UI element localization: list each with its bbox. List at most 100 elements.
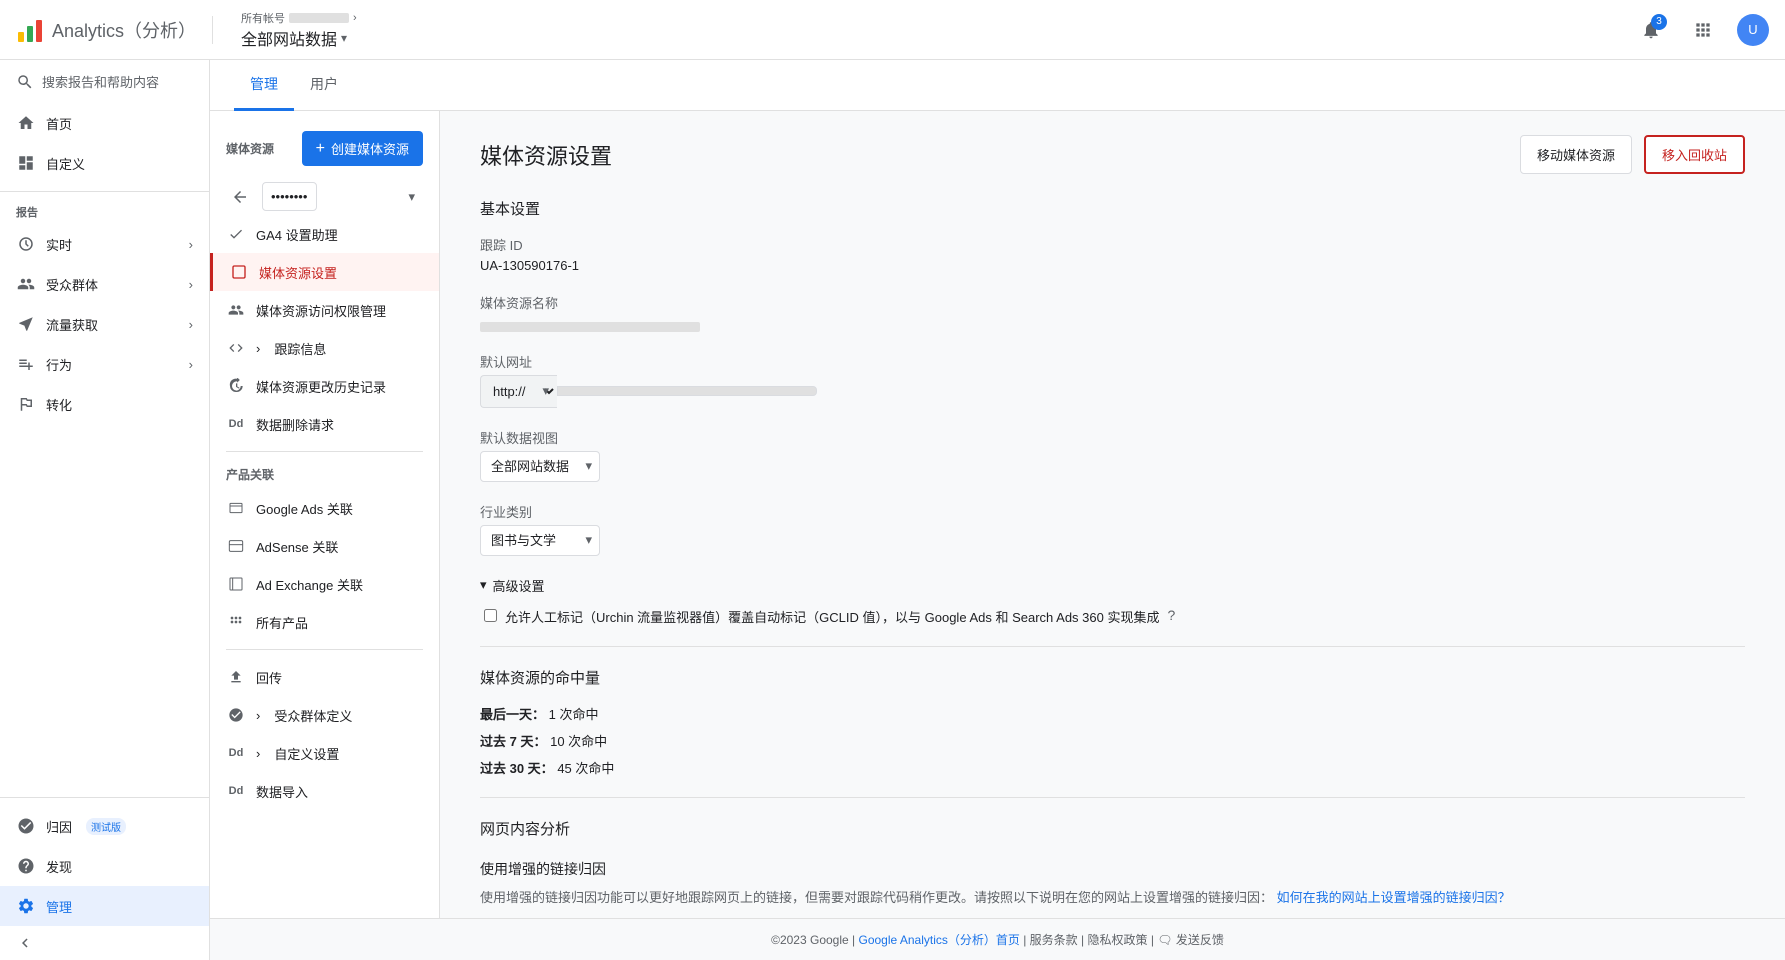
settings-header: 媒体资源设置 移动媒体资源 移入回收站 xyxy=(480,135,1745,174)
url-value-placeholder xyxy=(557,386,817,396)
panel-item-audience-def[interactable]: › 受众群体定义 xyxy=(210,696,439,734)
hits-section: 媒体资源的命中量 最后一天： 1 次命中 过去 7 天： 10 次命中 过去 3… xyxy=(480,667,1745,777)
home-icon xyxy=(16,113,36,133)
property-dropdown[interactable]: •••••••• xyxy=(262,182,317,211)
panel-item-adexchange[interactable]: Ad Exchange 关联 xyxy=(210,565,439,603)
default-view-select[interactable]: 全部网站数据 xyxy=(480,451,600,482)
panel-item-data-import[interactable]: Dd 数据导入 xyxy=(210,772,439,810)
sidebar-item-home[interactable]: 首页 xyxy=(0,103,209,143)
chevron-left-icon xyxy=(16,934,34,952)
back-arrow-icon xyxy=(231,188,249,206)
reports-section-label: 报告 xyxy=(0,200,209,224)
footer-text: ©2023 Google xyxy=(771,933,849,947)
advanced-section: ▾ 高级设置 允许人工标记（Urchin 流量监视器值）覆盖自动标记（GCLID… xyxy=(480,576,1745,626)
sidebar-item-audience[interactable]: 受众群体 › xyxy=(0,264,209,304)
protocol-select[interactable]: http:// https:// xyxy=(480,375,557,408)
property-selector[interactable]: 全部网站数据 ▾ xyxy=(241,26,357,50)
sidebar-item-conversion[interactable]: 转化 xyxy=(0,384,209,424)
sidebar-item-realtime[interactable]: 实时 › xyxy=(0,224,209,264)
panel-item-all-products[interactable]: 所有产品 xyxy=(210,603,439,641)
footer-link-ga[interactable]: Google Analytics（分析）首页 xyxy=(858,933,1019,947)
sidebar-collapse-btn[interactable] xyxy=(0,926,209,960)
panel-item-property-settings[interactable]: 媒体资源设置 xyxy=(210,253,439,291)
audience-icon xyxy=(16,274,36,294)
industry-select[interactable]: 图书与文学 xyxy=(480,525,600,556)
create-property-button[interactable]: + 创建媒体资源 xyxy=(302,131,423,166)
advanced-content: 允许人工标记（Urchin 流量监视器值）覆盖自动标记（GCLID 值），以与 … xyxy=(480,607,1745,626)
tab-bar: 管理 用户 xyxy=(210,60,1785,111)
app-title: Analytics（分析） xyxy=(52,17,196,43)
property-select-row: •••••••• ▾ xyxy=(210,174,439,215)
footer-link-privacy[interactable]: 隐私权政策 xyxy=(1087,933,1147,947)
property-dropdown-icon: ▾ xyxy=(341,31,347,45)
tracking-expand-icon: › xyxy=(256,341,260,356)
panel-item-ga4[interactable]: GA4 设置助理 xyxy=(210,215,439,253)
trash-button[interactable]: 移入回收站 xyxy=(1644,135,1745,174)
sidebar-item-attribution[interactable]: 归因 测试版 xyxy=(0,806,209,846)
conversion-icon xyxy=(16,394,36,414)
advanced-toggle[interactable]: ▾ 高级设置 xyxy=(480,576,1745,595)
panel-section-label-text: 媒体资源 xyxy=(226,140,274,157)
panel-item-delete[interactable]: Dd 数据删除请求 xyxy=(210,405,439,443)
search-bar[interactable]: 搜索报告和帮助内容 xyxy=(0,60,209,103)
sidebar-item-discover[interactable]: 发现 xyxy=(0,846,209,886)
sidebar-acquisition-label: 流量获取 xyxy=(46,315,98,334)
panel-item-tracking[interactable]: › 跟踪信息 xyxy=(210,329,439,367)
panel-delete-label: 数据删除请求 xyxy=(256,415,334,434)
sidebar-item-acquisition[interactable]: 流量获取 › xyxy=(0,304,209,344)
protocol-select-wrapper: http:// https:// xyxy=(480,375,557,408)
sidebar-item-behavior[interactable]: 行为 › xyxy=(0,344,209,384)
sidebar-item-custom[interactable]: 自定义 xyxy=(0,143,209,183)
industry-group: 行业类别 图书与文学 xyxy=(480,502,1745,556)
web-analysis-title: 网页内容分析 xyxy=(480,818,1745,839)
discover-icon xyxy=(16,856,36,876)
property-settings-icon xyxy=(229,262,249,282)
panel-item-history[interactable]: 媒体资源更改历史记录 xyxy=(210,367,439,405)
audience-def-icon xyxy=(226,705,246,725)
panel-all-products-label: 所有产品 xyxy=(256,613,308,632)
tab-users[interactable]: 用户 xyxy=(294,60,354,111)
tab-admin[interactable]: 管理 xyxy=(234,60,294,111)
gclid-checkbox[interactable] xyxy=(484,609,497,622)
panel-google-ads-label: Google Ads 关联 xyxy=(256,499,353,518)
create-btn-label: 创建媒体资源 xyxy=(331,139,409,158)
industry-select-wrapper: 图书与文学 xyxy=(480,525,600,556)
main-layout: 搜索报告和帮助内容 首页 自定义 报告 实时 › 受 xyxy=(0,60,1785,960)
footer-link-feedback[interactable]: 发送反馈 xyxy=(1176,933,1224,947)
gclid-checkbox-label: 允许人工标记（Urchin 流量监视器值）覆盖自动标记（GCLID 值），以与 … xyxy=(505,607,1159,626)
hits-30days: 过去 30 天： 45 次命中 xyxy=(480,758,1745,777)
search-label: 搜索报告和帮助内容 xyxy=(42,72,159,91)
sidebar-item-admin[interactable]: 管理 xyxy=(0,886,209,926)
back-button[interactable] xyxy=(226,183,254,211)
tracking-id-label: 跟踪 ID xyxy=(480,235,1745,254)
hits-7days-label: 过去 7 天： xyxy=(480,734,546,749)
panel-item-upload[interactable]: 回传 xyxy=(210,658,439,696)
footer: ©2023 Google | Google Analytics（分析）首页 | … xyxy=(210,918,1785,960)
panel-tracking-label: 跟踪信息 xyxy=(274,339,326,358)
panel-item-custom-settings[interactable]: Dd › 自定义设置 xyxy=(210,734,439,772)
default-url-group: 默认网址 http:// https:// xyxy=(480,352,1745,408)
enhanced-link-href[interactable]: 如何在我的网站上设置增强的链接归因？ xyxy=(1277,890,1511,905)
user-avatar[interactable]: U xyxy=(1737,14,1769,46)
google-ads-icon xyxy=(226,498,246,518)
help-icon: ? xyxy=(1167,607,1175,623)
apps-button[interactable] xyxy=(1685,12,1721,48)
hits-last-day-value: 1 次命中 xyxy=(549,707,599,722)
acquisition-expand-icon: › xyxy=(189,317,193,332)
panel-item-access[interactable]: 媒体资源访问权限管理 xyxy=(210,291,439,329)
hits-30days-label: 过去 30 天： xyxy=(480,761,554,776)
create-btn-icon: + xyxy=(316,140,325,158)
panel-item-adsense[interactable]: AdSense 关联 xyxy=(210,527,439,565)
enhanced-link-title: 使用增强的链接归因 xyxy=(480,859,1745,879)
panel-adsense-label: AdSense 关联 xyxy=(256,537,338,556)
advanced-toggle-chevron-icon: ▾ xyxy=(480,577,487,593)
adsense-icon xyxy=(226,536,246,556)
notification-badge: 3 xyxy=(1651,14,1667,30)
acquisition-icon xyxy=(16,314,36,334)
notifications-button[interactable]: 3 xyxy=(1633,12,1669,48)
hits-30days-value: 45 次命中 xyxy=(557,761,614,776)
property-name: 全部网站数据 xyxy=(241,26,337,50)
footer-link-terms[interactable]: 服务条款 xyxy=(1030,933,1078,947)
move-property-button[interactable]: 移动媒体资源 xyxy=(1520,135,1632,174)
panel-item-google-ads[interactable]: Google Ads 关联 xyxy=(210,489,439,527)
